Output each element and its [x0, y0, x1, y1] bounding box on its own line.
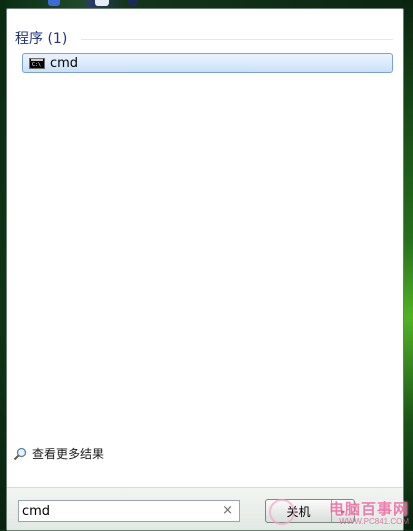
magnifier-icon — [13, 447, 27, 461]
result-label: cmd — [50, 55, 79, 71]
see-more-label: 查看更多结果 — [32, 447, 105, 461]
see-more-results-link[interactable]: 查看更多结果 — [13, 445, 104, 462]
desktop-icon-fragment — [95, 0, 109, 6]
desktop-icon-fragment — [48, 0, 60, 6]
watermark: 电脑百事网 WWW.PC841.COM — [329, 498, 409, 526]
group-divider — [81, 39, 393, 40]
watermark-logo-icon — [269, 499, 295, 525]
desktop-icon-fragment — [128, 0, 138, 6]
cmd-icon: C:\ — [29, 57, 45, 69]
desktop-top-strip — [0, 0, 413, 8]
start-menu-search-panel: 程序 (1) C:\ cmd 查看更多结果 × 关机 ▸ — [6, 8, 404, 531]
search-box[interactable]: × — [18, 500, 240, 522]
programs-group-label: 程序 (1) — [15, 31, 68, 47]
watermark-sub: WWW.PC841.COM — [339, 517, 409, 526]
clear-search-icon[interactable]: × — [222, 503, 233, 518]
search-input[interactable] — [22, 502, 217, 520]
watermark-main: 电脑百事网 — [328, 502, 409, 518]
programs-group-header: 程序 (1) — [15, 29, 67, 47]
result-item-cmd[interactable]: C:\ cmd — [22, 53, 393, 73]
